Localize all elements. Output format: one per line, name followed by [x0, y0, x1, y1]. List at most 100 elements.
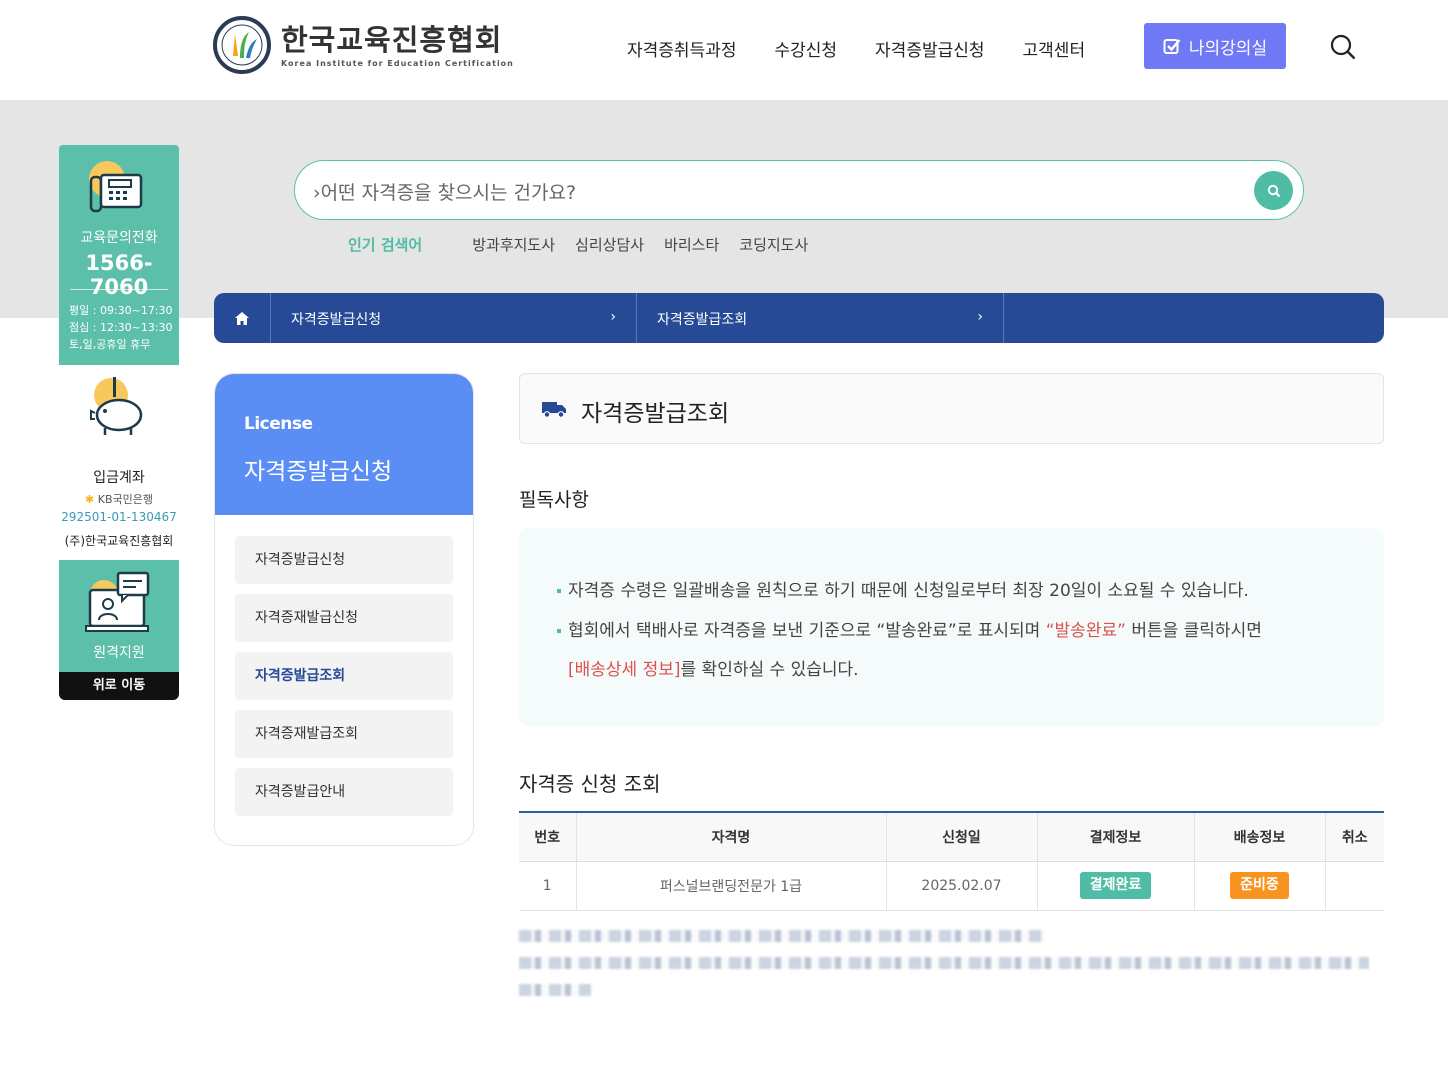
account-owner: (주)한국교육진흥협회 [64, 534, 174, 548]
notice-heading: 필독사항 [519, 489, 589, 511]
popular-keyword[interactable]: 바리스타 [664, 234, 719, 255]
quick-account: 입금계좌 ✱ KB국민은행 292501-01-130467 (주)한국교육진흥… [59, 365, 179, 548]
quick-phone[interactable]: 교육문의전화 1566-7060 평일 : 09:30~17:30 점심 : 1… [59, 145, 179, 365]
nav-support[interactable]: 고객센터 [1023, 36, 1086, 61]
main-nav: 자격증취득과정 수강신청 자격증발급신청 고객센터 [627, 36, 1123, 61]
notice-box: 자격증 수령은 일괄배송을 원칙으로 하기 때문에 신청일로부터 최장 20일이… [519, 528, 1384, 726]
application-table: 번호 자격명 신청일 결제정보 배송정보 취소 1 퍼스널브랜딩전문가 1급 2… [519, 811, 1384, 911]
chevron-down-icon: › [977, 309, 983, 325]
quick-menu: 교육문의전화 1566-7060 평일 : 09:30~17:30 점심 : 1… [59, 145, 179, 700]
notice-item: 협회에서 택배사로 자격증을 보낸 기준으로 “발송완료”로 표시되며 “발송완… [557, 616, 1262, 641]
checkbox-icon [1163, 39, 1181, 54]
side-menu-item[interactable]: 자격증발급신청 [235, 536, 453, 584]
kb-star-icon: ✱ [85, 493, 95, 506]
page-title: 자격증발급조회 [581, 401, 730, 427]
notice-item-cont: [배송상세 정보]를 확인하실 수 있습니다. [568, 655, 859, 680]
hours-lunch: 점심 : 12:30~13:30 [69, 321, 173, 334]
my-lecture-button[interactable]: 나의강의실 [1144, 23, 1286, 69]
pixelated-line [519, 930, 1044, 942]
popular-keyword[interactable]: 심리상담사 [575, 234, 644, 255]
notice-text-3b: 를 확인하실 수 있습니다. [680, 660, 859, 680]
site-header: 한국교육진흥협회 Korea Institute for Education C… [0, 0, 1448, 100]
my-lecture-label: 나의강의실 [1188, 38, 1268, 59]
search-input[interactable]: ›어떤 자격증을 찾으시는 건가요? [313, 178, 576, 205]
search-icon[interactable] [1330, 34, 1356, 60]
col-delivery: 배송정보 [1194, 812, 1326, 862]
search-icon [1267, 184, 1280, 197]
side-menu: License 자격증발급신청 자격증발급신청 자격증재발급신청 자격증발급조회… [214, 373, 474, 846]
notice-text-2a: 협회에서 택배사로 자격증을 보낸 기준으로 “발송완료”로 표시되며 [568, 621, 1046, 641]
popular-keywords: 인기 검색어 방과후지도사 심리상담사 바리스타 코딩지도사 [348, 234, 828, 255]
bank-label: KB국민은행 [97, 493, 153, 506]
side-menu-item[interactable]: 자격증재발급조회 [235, 710, 453, 758]
breadcrumb-level1[interactable]: 자격증발급신청 › [271, 293, 637, 343]
hours-holiday: 토,일,공휴일 휴무 [69, 338, 151, 351]
col-payment: 결제정보 [1037, 812, 1195, 862]
cell-payment: 결제완료 [1037, 861, 1195, 911]
divider [70, 289, 168, 290]
logo-title: 한국교육진흥협회 [281, 22, 503, 57]
side-menu-en-title: License [244, 414, 313, 434]
bank-name: ✱ KB국민은행 [59, 491, 179, 507]
search-placeholder: 어떤 자격증을 찾으시는 건가요? [320, 182, 577, 204]
telephone-icon [89, 161, 143, 213]
breadcrumb-level1-label: 자격증발급신청 [291, 312, 382, 328]
pixelated-line [519, 957, 1369, 969]
home-icon [235, 311, 249, 325]
col-cancel: 취소 [1325, 812, 1384, 862]
site-logo[interactable]: 한국교육진흥협회 Korea Institute for Education C… [213, 14, 514, 76]
pixelated-text [519, 925, 1384, 1005]
breadcrumb-home[interactable] [214, 293, 271, 343]
quick-remote-support[interactable]: 원격지원 [59, 560, 179, 672]
business-hours: 평일 : 09:30~17:30 점심 : 12:30~13:30 토,일,공휴… [69, 302, 173, 353]
delivery-status-badge[interactable]: 준비중 [1230, 872, 1289, 899]
table-header-row: 번호 자격명 신청일 결제정보 배송정보 취소 [519, 812, 1384, 862]
logo-subtitle: Korea Institute for Education Certificat… [281, 58, 514, 68]
table-heading: 자격증 신청 조회 [519, 772, 661, 796]
chevron-right-icon: › [313, 182, 321, 204]
pixelated-line [519, 984, 591, 996]
hours-weekday: 평일 : 09:30~17:30 [69, 304, 173, 317]
notice-link: [배송상세 정보] [568, 660, 681, 680]
nav-issue[interactable]: 자격증발급신청 [875, 36, 984, 61]
notice-item: 자격증 수령은 일괄배송을 원칙으로 하기 때문에 신청일로부터 최장 20일이… [557, 576, 1249, 601]
side-menu-header: License 자격증발급신청 [215, 374, 473, 515]
cell-name: 퍼스널브랜딩전문가 1급 [576, 861, 887, 911]
breadcrumb-level2[interactable]: 자격증발급조회 › [637, 293, 1004, 343]
col-name: 자격명 [576, 812, 887, 862]
breadcrumb-level2-label: 자격증발급조회 [657, 312, 748, 328]
phone-label: 교육문의전화 [80, 230, 158, 246]
piggy-bank-icon [90, 377, 143, 435]
popular-keyword[interactable]: 코딩지도사 [739, 234, 808, 255]
notice-text-1: 자격증 수령은 일괄배송을 원칙으로 하기 때문에 신청일로부터 최장 20일이… [568, 581, 1249, 601]
nav-course[interactable]: 자격증취득과정 [627, 36, 736, 61]
side-menu-item[interactable]: 자격증발급안내 [235, 768, 453, 816]
side-menu-item-active[interactable]: 자격증발급조회 [235, 652, 453, 700]
logo-emblem-icon [213, 16, 271, 74]
table-row: 1 퍼스널브랜딩전문가 1급 2025.02.07 결제완료 준비중 [519, 861, 1384, 911]
remote-support-label: 원격지원 [93, 645, 145, 661]
col-date: 신청일 [886, 812, 1038, 862]
account-number: 292501-01-130467 [61, 510, 177, 524]
cell-date: 2025.02.07 [886, 861, 1038, 911]
nav-enroll[interactable]: 수강신청 [774, 36, 837, 61]
popular-label: 인기 검색어 [348, 236, 423, 254]
chevron-down-icon: › [610, 309, 616, 325]
bullet [557, 629, 561, 633]
page-title-box: 자격증발급조회 [519, 373, 1384, 444]
side-menu-item[interactable]: 자격증재발급신청 [235, 594, 453, 642]
account-label: 입금계좌 [93, 470, 145, 486]
cell-cancel[interactable] [1325, 861, 1384, 911]
main-search-box[interactable]: ›어떤 자격증을 찾으시는 건가요? [294, 160, 1304, 220]
side-menu-title: 자격증발급신청 [244, 459, 393, 485]
scroll-top-button[interactable]: 위로 이동 [59, 672, 179, 700]
phone-number: 1566-7060 [85, 251, 153, 299]
truck-icon [542, 402, 566, 418]
cell-number: 1 [519, 861, 577, 911]
payment-status-badge[interactable]: 결제완료 [1079, 872, 1152, 899]
search-submit-button[interactable] [1254, 171, 1293, 210]
popular-keyword[interactable]: 방과후지도사 [472, 234, 555, 255]
breadcrumb: 자격증발급신청 › 자격증발급조회 › [214, 293, 1384, 343]
notice-highlight: “발송완료” [1045, 621, 1126, 641]
cell-delivery: 준비중 [1194, 861, 1326, 911]
